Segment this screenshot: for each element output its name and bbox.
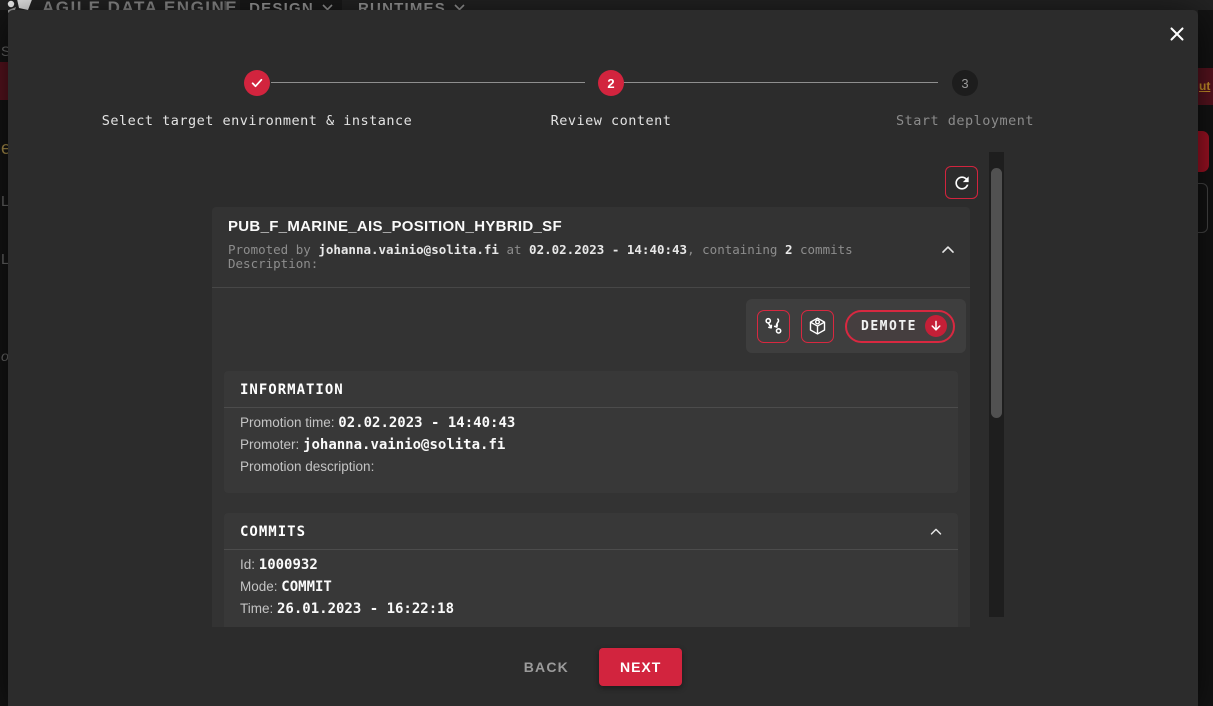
deployment-dialog: 2 3 Select target environment & instance… xyxy=(8,10,1198,706)
package-description-label: Description: xyxy=(228,257,954,271)
stepper-connector xyxy=(621,82,938,83)
package-title: PUB_F_MARINE_AIS_POSITION_HYBRID_SF xyxy=(228,218,954,236)
background-page-left-edge: S e L L o xyxy=(0,10,8,706)
refresh-icon xyxy=(952,173,972,193)
background-text-fragment: L xyxy=(1,251,8,268)
step2-indicator[interactable]: 2 xyxy=(598,70,624,96)
demote-label: DEMOTE xyxy=(861,319,917,334)
commits-heading: COMMITS xyxy=(224,513,958,549)
package-card: PUB_F_MARINE_AIS_POSITION_HYBRID_SF Prom… xyxy=(212,207,970,627)
info-row-promotion-time: Promotion time: 02.02.2023 - 14:40:43 xyxy=(240,413,942,433)
background-text-fragment: e xyxy=(1,138,8,159)
card-divider xyxy=(212,287,970,288)
next-button[interactable]: NEXT xyxy=(599,648,682,686)
step1-complete-check-icon[interactable] xyxy=(244,70,270,96)
package-cube-button[interactable] xyxy=(801,310,834,343)
dialog-footer: BACK NEXT xyxy=(8,617,1198,706)
background-page-right-edge: ut xyxy=(1198,10,1213,706)
background-link-fragment: ut xyxy=(1199,79,1210,93)
collapse-package-chevron-up-icon[interactable] xyxy=(936,239,960,263)
collapse-commits-chevron-up-icon[interactable] xyxy=(926,523,946,543)
demote-button[interactable]: DEMOTE xyxy=(845,310,955,343)
background-banner-fragment xyxy=(0,62,8,100)
info-row-promotion-description: Promotion description: xyxy=(240,457,942,477)
commits-section: COMMITS Id: 1000932 Mode: COMMIT Time: 2… xyxy=(224,513,958,627)
commit-row-mode: Mode: COMMIT xyxy=(240,577,942,597)
conversion-path-button[interactable] xyxy=(757,310,790,343)
app-screen: AGILE DATA ENGINE | DESIGN RUNTIMES S e … xyxy=(0,0,1213,706)
deployment-stepper: 2 3 Select target environment & instance… xyxy=(8,10,1198,150)
stepper-connector xyxy=(271,82,585,83)
package-actions-toolbar: DEMOTE xyxy=(746,299,966,353)
package-promotion-summary: Promoted by johanna.vainio@solita.fi at … xyxy=(228,243,954,257)
commit-row-id: Id: 1000932 xyxy=(240,555,942,575)
background-text-fragment: L xyxy=(1,193,8,210)
background-button-fragment xyxy=(1198,131,1209,172)
commit-row-time: Time: 26.01.2023 - 16:22:18 xyxy=(240,599,942,619)
background-banner-fragment: ut xyxy=(1198,68,1213,105)
background-text-fragment: S xyxy=(1,43,8,59)
conversion-path-icon xyxy=(763,316,784,337)
dialog-scrollbar[interactable] xyxy=(989,152,1004,617)
arrow-circle-down-icon xyxy=(925,315,947,337)
information-heading: INFORMATION xyxy=(224,371,958,407)
step2-label: Review content xyxy=(411,113,811,129)
scrollbar-thumb[interactable] xyxy=(991,168,1002,418)
back-button[interactable]: BACK xyxy=(524,659,569,675)
step3-indicator[interactable]: 3 xyxy=(952,70,978,96)
deployed-code-icon xyxy=(807,316,828,337)
info-row-promoter: Promoter: johanna.vainio@solita.fi xyxy=(240,435,942,455)
step3-label: Start deployment xyxy=(765,113,1165,129)
refresh-button[interactable] xyxy=(945,166,978,199)
background-outlined-box-fragment xyxy=(1198,183,1208,233)
review-scroll-area: PUB_F_MARINE_AIS_POSITION_HYBRID_SF Prom… xyxy=(8,155,1198,627)
information-section: INFORMATION Promotion time: 02.02.2023 -… xyxy=(224,371,958,493)
background-text-fragment: o xyxy=(1,348,8,364)
